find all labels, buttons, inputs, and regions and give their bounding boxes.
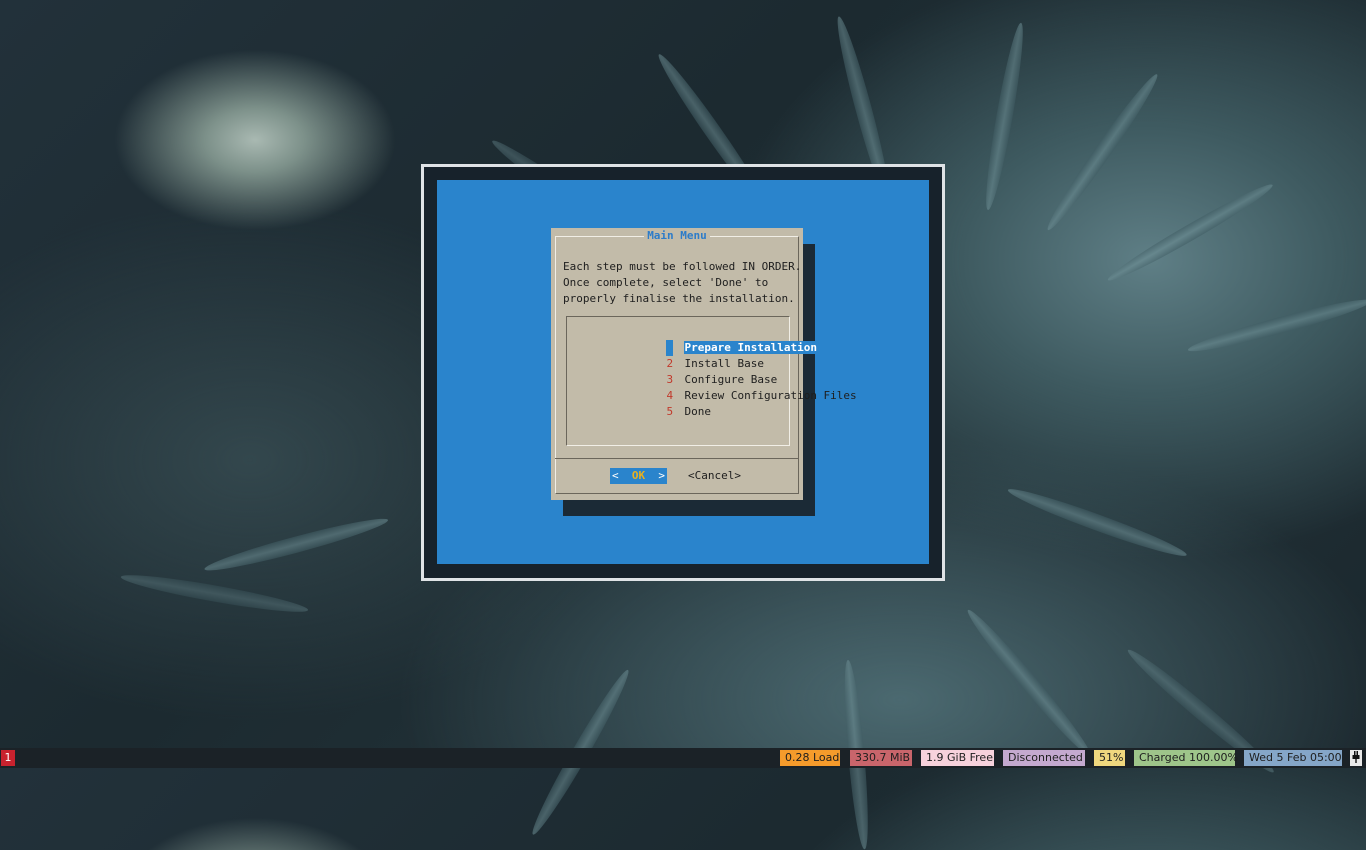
memory-indicator: 330.7 MiB bbox=[850, 750, 912, 766]
menu-list: 1 Prepare Installation 2 Install Base 3 Con… bbox=[566, 316, 857, 446]
menu-item-prepare-installation[interactable]: 1 Prepare Installation bbox=[587, 324, 817, 356]
dialog-title: Main Menu bbox=[551, 229, 803, 242]
terminal-window[interactable]: Main Menu Each step must be followed IN … bbox=[421, 164, 945, 581]
load-indicator: 0.28 Load bbox=[780, 750, 840, 766]
menu-item-install-base[interactable]: 2 Install Base bbox=[587, 340, 763, 370]
battery-indicator: Charged 100.00% bbox=[1134, 750, 1238, 766]
main-menu-dialog: Main Menu Each step must be followed IN … bbox=[551, 228, 857, 500]
menu-item-number: 5 bbox=[666, 405, 674, 418]
status-bar: 1 0.28 Load 330.7 MiB 1.9 GiB Free Disco… bbox=[0, 748, 1366, 768]
menu-item-review-configuration-files[interactable]: 4 Review Configuration Files bbox=[587, 372, 856, 402]
disk-indicator: 1.9 GiB Free bbox=[921, 750, 994, 766]
message-line: Once complete, select 'Done' to bbox=[563, 276, 769, 289]
ok-button[interactable]: < OK > bbox=[610, 468, 667, 484]
dialog-backdrop: Main Menu Each step must be followed IN … bbox=[437, 180, 929, 564]
menu-item-done[interactable]: 5 Done bbox=[587, 388, 711, 418]
volume-indicator: 51% bbox=[1094, 750, 1125, 766]
button-separator bbox=[555, 458, 799, 459]
workspace-indicator[interactable]: 1 bbox=[1, 750, 15, 766]
ok-bracket-left: < bbox=[612, 469, 619, 482]
ok-bracket-right: > bbox=[658, 469, 665, 482]
network-tray-icon[interactable] bbox=[1350, 750, 1362, 766]
dialog-message: Each step must be followed IN ORDER. Once… bbox=[563, 259, 801, 307]
plug-icon bbox=[1352, 751, 1360, 763]
network-indicator: Disconnected bbox=[1003, 750, 1085, 766]
ok-button-label: OK bbox=[631, 469, 646, 482]
message-line: properly finalise the installation. bbox=[563, 292, 795, 305]
dialog-title-text: Main Menu bbox=[644, 229, 710, 242]
terminal-frame: Main Menu Each step must be followed IN … bbox=[424, 167, 942, 578]
clock: Wed 5 Feb 05:00 bbox=[1244, 750, 1342, 766]
menu-item-configure-base[interactable]: 3 Configure Base bbox=[587, 356, 777, 386]
cancel-button[interactable]: <Cancel> bbox=[688, 468, 741, 484]
message-line: Each step must be followed IN ORDER. bbox=[563, 260, 802, 273]
menu-item-label: Done bbox=[684, 405, 711, 418]
